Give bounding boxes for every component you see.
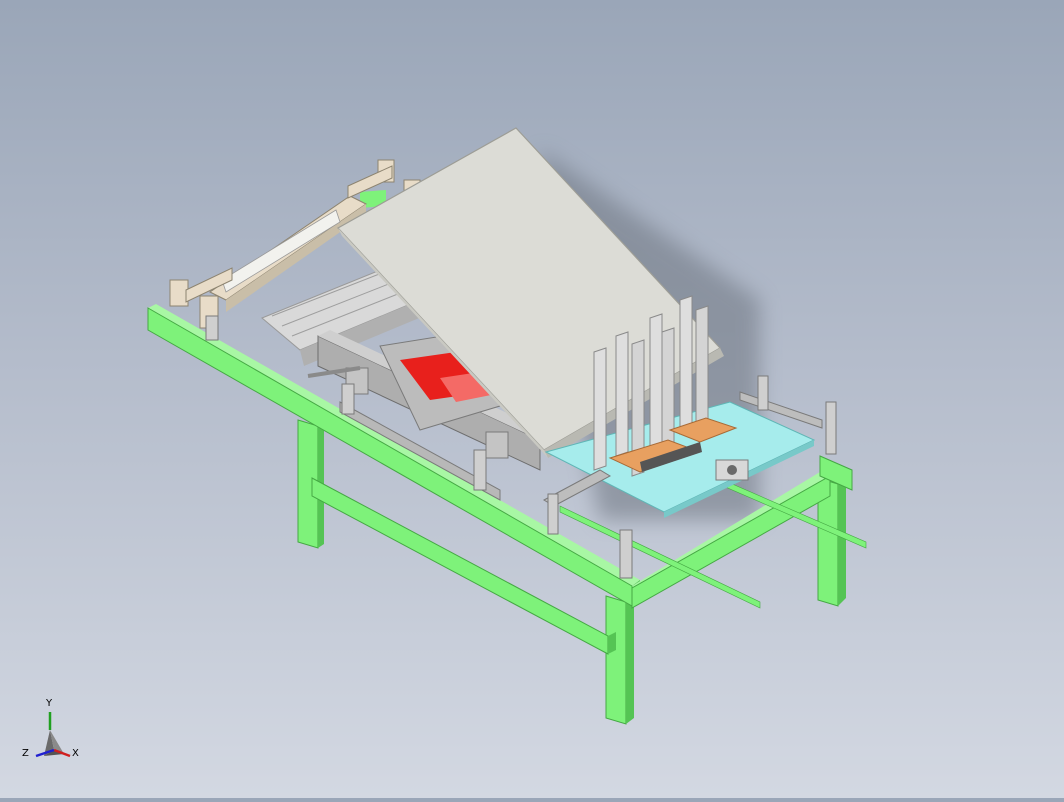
z-axis-label: Z xyxy=(22,748,29,759)
y-axis-label: Y xyxy=(46,698,53,709)
orientation-triad[interactable]: Y X Z xyxy=(14,698,94,780)
x-axis-label: X xyxy=(72,748,79,759)
cad-viewport[interactable]: Y X Z xyxy=(0,0,1064,798)
triad-graphic xyxy=(35,712,71,758)
machine-model[interactable] xyxy=(0,0,1064,798)
